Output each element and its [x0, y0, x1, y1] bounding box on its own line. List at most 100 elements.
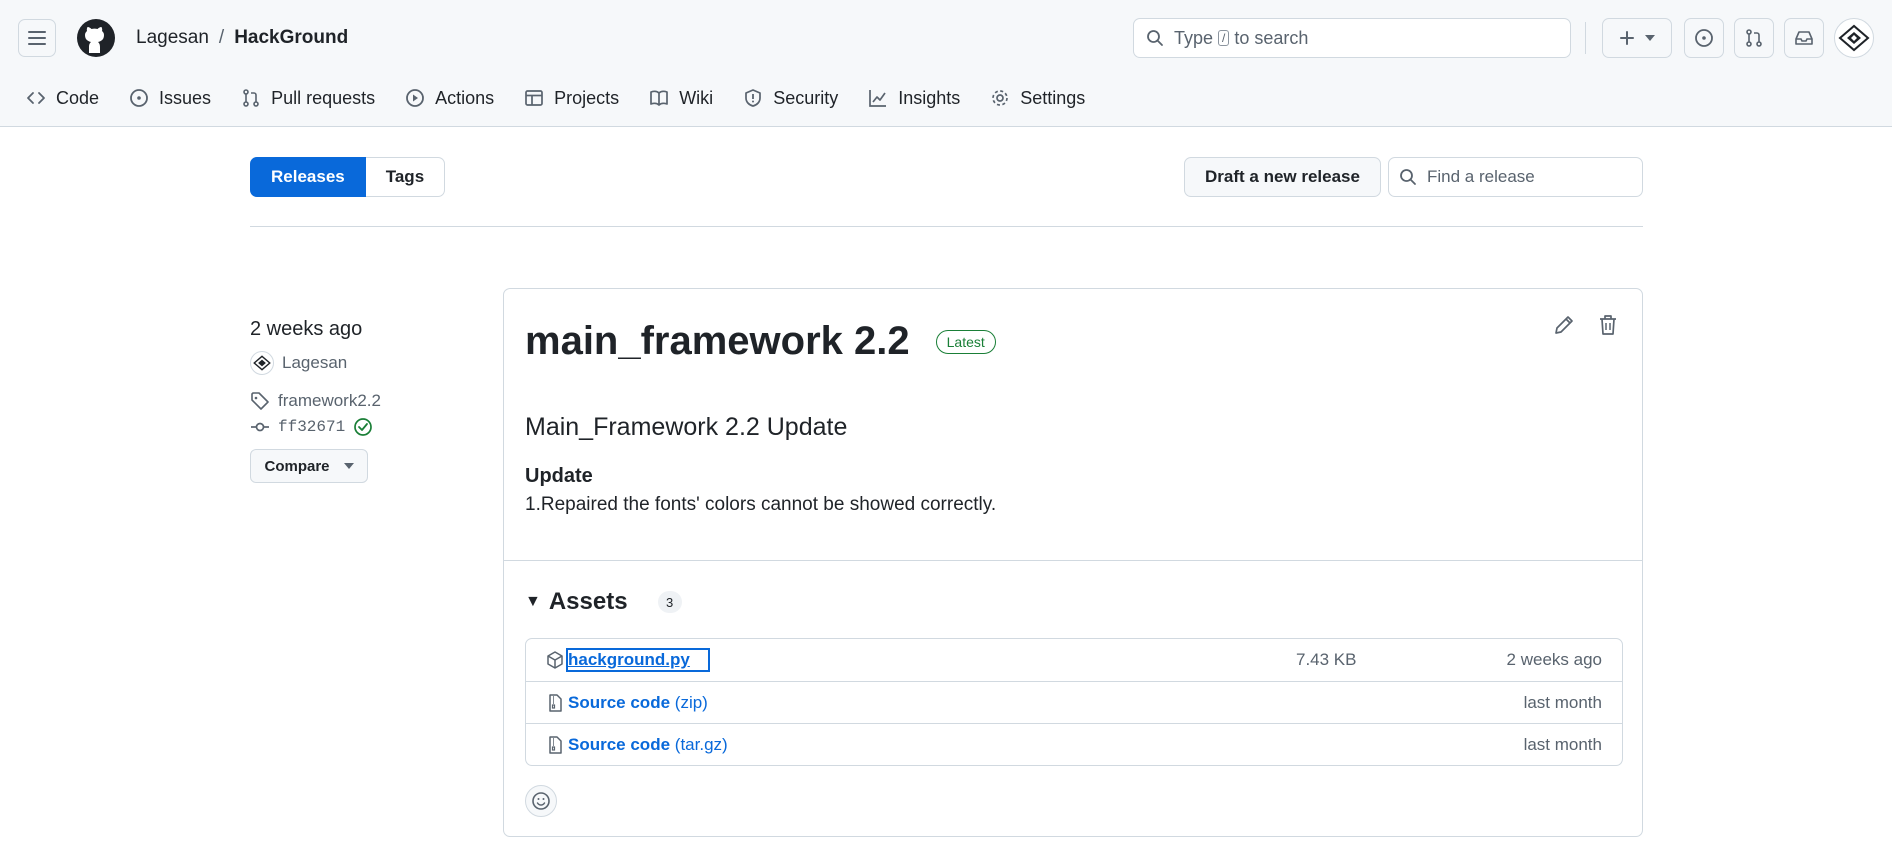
tab-wiki-label: Wiki — [679, 87, 714, 108]
inbox-icon — [1795, 31, 1813, 45]
release-body-heading: Main_Framework 2.2 Update — [525, 413, 848, 441]
asset-row: Source code (zip) last month — [526, 681, 1622, 723]
tab-code-label: Code — [56, 87, 100, 108]
github-logo-icon[interactable] — [76, 18, 116, 58]
graph-icon — [869, 90, 887, 107]
release-title-row: main_framework 2.2 Latest — [525, 319, 996, 364]
trash-icon[interactable] — [1596, 313, 1620, 337]
repo-tabs: Code Issues Pull requests Actions Projec… — [26, 82, 1115, 114]
tab-projects[interactable]: Projects — [524, 88, 619, 109]
assets-toggle[interactable]: ▼ Assets 3 — [525, 588, 682, 616]
release-commit-row[interactable]: ff32671 — [250, 417, 480, 437]
avatar-pattern-icon — [1838, 24, 1870, 52]
package-icon — [547, 651, 563, 669]
tab-settings[interactable]: Settings — [990, 88, 1085, 109]
triangle-down-icon — [1645, 35, 1655, 41]
release-title[interactable]: main_framework 2.2 — [525, 319, 910, 364]
draft-release-button[interactable]: Draft a new release — [1184, 157, 1381, 197]
release-body-text: 1.Repaired the fonts' colors cannot be s… — [525, 494, 997, 515]
create-new-button[interactable] — [1602, 18, 1672, 58]
tab-pull-requests[interactable]: Pull requests — [241, 88, 375, 109]
releases-tags-toggle: Releases Tags — [250, 157, 446, 197]
compare-button[interactable]: Compare — [250, 449, 368, 483]
asset-ext: (tar.gz) — [674, 734, 728, 754]
asset-link[interactable]: Source code (tar.gz) — [568, 735, 728, 755]
release-card: main_framework 2.2 Latest Main_Framework… — [503, 288, 1643, 837]
author-name: Lagesan — [282, 353, 348, 372]
search-shortcut-key: / — [1218, 30, 1230, 46]
plus-icon — [1620, 31, 1634, 45]
search-icon — [1147, 30, 1163, 46]
tab-actions-label: Actions — [435, 87, 495, 108]
asset-time: last month — [1523, 692, 1602, 712]
issue-opened-icon — [1695, 29, 1713, 47]
asset-name: hackground.py — [568, 650, 690, 669]
tab-insights[interactable]: Insights — [868, 88, 960, 109]
release-divider — [504, 560, 1642, 561]
assets-list: hackground.py 7.43 KB 2 weeks ago Source… — [525, 638, 1623, 766]
asset-row: Source code (tar.gz) last month — [526, 723, 1622, 765]
avatar-pattern-icon — [253, 355, 271, 371]
issue-opened-icon — [130, 89, 148, 107]
compare-label: Compare — [264, 457, 330, 475]
assets-label: Assets — [548, 588, 628, 615]
asset-name: Source code — [568, 692, 671, 712]
app-header: Lagesan / HackGround Type / to search Co… — [0, 0, 1892, 127]
search-prefix: Type — [1174, 27, 1214, 48]
tab-projects-label: Projects — [554, 87, 620, 108]
pull-requests-button[interactable] — [1734, 18, 1774, 58]
asset-ext: (zip) — [674, 692, 708, 712]
divider — [250, 226, 1643, 227]
issues-button[interactable] — [1684, 18, 1724, 58]
tab-security[interactable]: Security — [743, 88, 838, 109]
asset-row: hackground.py 7.43 KB 2 weeks ago — [526, 639, 1622, 681]
author-avatar — [250, 351, 274, 375]
assets-count: 3 — [657, 591, 682, 613]
asset-link[interactable]: Source code (zip) — [568, 693, 708, 713]
global-search[interactable]: Type / to search — [1133, 18, 1571, 58]
release-meta: 2 weeks ago Lagesan framework2.2 ff32671… — [250, 318, 480, 483]
git-commit-icon — [251, 422, 269, 432]
latest-badge: Latest — [935, 329, 996, 354]
book-icon — [650, 90, 669, 106]
triangle-down-icon — [343, 463, 354, 469]
pencil-icon[interactable] — [1552, 313, 1576, 337]
code-icon — [27, 92, 45, 104]
menu-button[interactable] — [18, 19, 56, 57]
tab-insights-label: Insights — [898, 87, 961, 108]
tab-actions[interactable]: Actions — [405, 88, 494, 109]
triangle-down-icon: ▼ — [525, 593, 541, 610]
asset-name: Source code — [568, 734, 671, 754]
user-avatar[interactable] — [1834, 18, 1874, 58]
play-icon — [406, 89, 425, 107]
tab-settings-label: Settings — [1020, 87, 1086, 108]
asset-link[interactable]: hackground.py — [566, 648, 710, 672]
release-body-subheading: Update — [525, 465, 593, 487]
breadcrumb-owner[interactable]: Lagesan — [136, 27, 209, 49]
tab-code[interactable]: Code — [26, 88, 99, 109]
asset-time: last month — [1523, 734, 1602, 754]
asset-size: 7.43 KB — [1296, 650, 1357, 669]
smiley-icon — [532, 792, 550, 810]
tags-tab[interactable]: Tags — [365, 157, 446, 197]
git-pull-request-icon — [1746, 29, 1762, 47]
add-reaction-button[interactable] — [525, 785, 557, 817]
tab-wiki[interactable]: Wiki — [649, 88, 713, 109]
releases-tab[interactable]: Releases — [250, 157, 366, 197]
table-icon — [525, 90, 544, 106]
tag-icon — [251, 392, 269, 410]
tag-name: framework2.2 — [278, 391, 381, 410]
file-zip-icon — [549, 735, 562, 754]
tab-issues[interactable]: Issues — [129, 88, 211, 109]
git-pull-request-icon — [243, 89, 259, 107]
file-zip-icon — [549, 693, 562, 712]
hamburger-icon — [28, 31, 46, 45]
search-suffix: to search — [1234, 27, 1309, 48]
tab-security-label: Security — [773, 87, 839, 108]
release-author-row[interactable]: Lagesan — [250, 351, 480, 375]
release-tag-row[interactable]: framework2.2 — [250, 391, 480, 411]
check-circle-icon — [354, 418, 373, 436]
breadcrumb-repo[interactable]: HackGround — [234, 27, 348, 49]
inbox-button[interactable] — [1784, 18, 1824, 58]
find-release-input[interactable]: Find a release — [1388, 157, 1643, 197]
